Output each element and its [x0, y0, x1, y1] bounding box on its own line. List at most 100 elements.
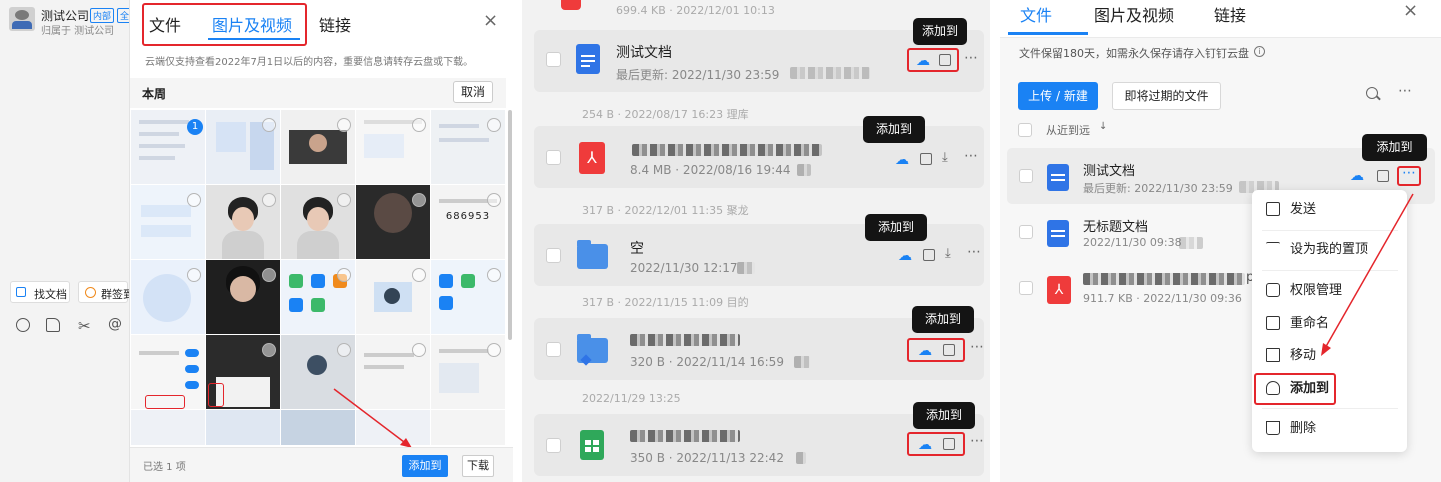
expiring-files-button[interactable]: 即将过期的文件 [1112, 82, 1221, 110]
media-thumb[interactable] [206, 260, 280, 334]
cloud-add-icon[interactable]: ☁ [918, 343, 932, 359]
checkbox[interactable] [1019, 281, 1033, 295]
media-grid: 1 686953 [130, 110, 507, 445]
media-thumb[interactable] [206, 110, 280, 184]
media-thumb[interactable] [131, 185, 205, 259]
close-icon[interactable]: × [1403, 0, 1418, 21]
media-thumb[interactable] [281, 260, 355, 334]
checkbox[interactable] [1019, 225, 1033, 239]
media-thumb[interactable] [206, 410, 280, 445]
media-thumb[interactable]: 1 [131, 110, 205, 184]
media-dialog: 文件 图片及视频 链接 × 云端仅支持查看2022年7月1日以后的内容，重要信息… [129, 0, 513, 482]
more-icon[interactable]: ⋯ [970, 339, 984, 355]
media-thumb[interactable] [281, 110, 355, 184]
tab-links[interactable]: 链接 [1214, 2, 1246, 26]
download-icon[interactable]: ⤓ [942, 150, 948, 165]
media-thumb[interactable] [431, 260, 505, 334]
close-icon[interactable]: × [483, 10, 498, 31]
checkbox[interactable] [546, 438, 561, 453]
media-thumb[interactable] [356, 185, 430, 259]
find-doc-button[interactable]: 找文档 [10, 281, 70, 303]
folder-move-icon [1266, 348, 1280, 362]
upload-button[interactable]: 上传 / 新建 [1018, 82, 1098, 110]
file-meta: 2022/11/30 12:17 [630, 261, 738, 275]
top-meta: 699.4 KB · 2022/12/01 10:13 [616, 4, 775, 17]
open-external-icon[interactable] [923, 249, 935, 261]
select-all-checkbox[interactable] [1018, 123, 1032, 137]
action-highlight [907, 48, 959, 72]
media-thumb[interactable] [131, 335, 205, 409]
open-external-icon[interactable] [943, 438, 955, 450]
media-thumb[interactable] [131, 260, 205, 334]
doc-file-icon [576, 44, 600, 74]
more-icon[interactable]: ⋯ [964, 148, 978, 164]
dialog-footer: 已选 1 项 添加到 下载 [130, 447, 513, 482]
file-name-blurred [1083, 273, 1245, 285]
file-row-3[interactable]: ⅄ pc 911.7 KB · 2022/11/30 09:36 [1007, 264, 1261, 314]
media-thumb[interactable]: 686953 [431, 185, 505, 259]
row-sub: 2022/11/29 13:25 [582, 392, 681, 405]
media-thumb[interactable] [356, 110, 430, 184]
checkbox[interactable] [546, 52, 561, 67]
selected-badge: 1 [187, 119, 203, 135]
group-sign-button[interactable]: 群签到 [78, 281, 134, 303]
media-thumb[interactable] [206, 335, 280, 409]
media-thumb[interactable] [431, 410, 505, 445]
file-row-2[interactable]: 无标题文档 2022/11/30 09:38 [1007, 208, 1257, 258]
thumbs-up-icon[interactable] [46, 318, 60, 332]
media-thumb[interactable] [356, 260, 430, 334]
open-external-icon[interactable] [939, 54, 951, 66]
verify-code: 686953 [445, 211, 491, 222]
notice-text: 云端仅支持查看2022年7月1日以后的内容，重要信息请转存云盘或下载。 [145, 57, 474, 68]
at-icon[interactable]: @ [108, 316, 122, 332]
more-icon[interactable]: ⋯ [970, 433, 984, 449]
cloud-add-icon[interactable]: ☁ [1350, 168, 1364, 184]
media-thumb[interactable] [131, 410, 205, 445]
sort-down-icon[interactable]: ↓ [1099, 121, 1107, 132]
file-name: 测试文档 [616, 45, 672, 61]
scissors-icon[interactable]: ✂ [78, 317, 91, 335]
media-thumb[interactable] [431, 110, 505, 184]
pdf-file-icon: ⅄ [1047, 276, 1071, 304]
checkbox[interactable] [546, 342, 561, 357]
cloud-add-icon[interactable]: ☁ [898, 248, 912, 264]
tooltip-add-to: 添加到 [863, 116, 925, 143]
more-icon[interactable]: ⋯ [1402, 165, 1416, 181]
checkbox[interactable] [546, 150, 561, 165]
checkbox[interactable] [1019, 169, 1033, 183]
info-icon[interactable]: i [1254, 46, 1265, 57]
checkbox[interactable] [546, 248, 561, 263]
tab-media[interactable]: 图片及视频 [1094, 2, 1174, 26]
pdf-icon [561, 0, 581, 10]
more-icon[interactable]: ⋯ [967, 244, 981, 260]
doc-icon [16, 287, 26, 297]
add-to-button[interactable]: 添加到 [402, 455, 448, 477]
download-button[interactable]: 下载 [462, 455, 494, 477]
row-sub: 317 B · 2022/12/01 11:35 聚龙 [582, 204, 749, 217]
more-icon[interactable]: ⋯ [1398, 83, 1412, 99]
open-external-icon[interactable] [920, 153, 932, 165]
tab-files[interactable]: 文件 [1020, 2, 1052, 26]
file-name: 无标题文档 [1083, 220, 1149, 235]
more-icon[interactable]: ⋯ [964, 50, 978, 66]
scrollbar[interactable] [508, 110, 512, 340]
media-thumb[interactable] [431, 335, 505, 409]
sheet-file-icon [580, 430, 604, 460]
file-name-blurred [632, 144, 822, 156]
cloud-add-icon[interactable]: ☁ [916, 53, 930, 69]
cloud-add-icon[interactable]: ☁ [895, 152, 909, 168]
trash-icon [1266, 421, 1280, 435]
row-sub: 254 B · 2022/08/17 16:23 理库 [582, 108, 749, 121]
red-arrow [333, 388, 412, 448]
download-icon[interactable]: ⤓ [945, 246, 951, 261]
open-external-icon[interactable] [1377, 170, 1389, 182]
lock-icon [1266, 283, 1280, 297]
media-thumb[interactable] [206, 185, 280, 259]
cancel-button[interactable]: 取消 [453, 81, 493, 103]
sort-label[interactable]: 从近到远 [1046, 122, 1090, 138]
open-external-icon[interactable] [943, 344, 955, 356]
cloud-add-icon[interactable]: ☁ [918, 437, 932, 453]
media-thumb[interactable] [281, 185, 355, 259]
tab-links[interactable]: 链接 [319, 12, 351, 36]
emoji-icon[interactable] [16, 318, 30, 332]
